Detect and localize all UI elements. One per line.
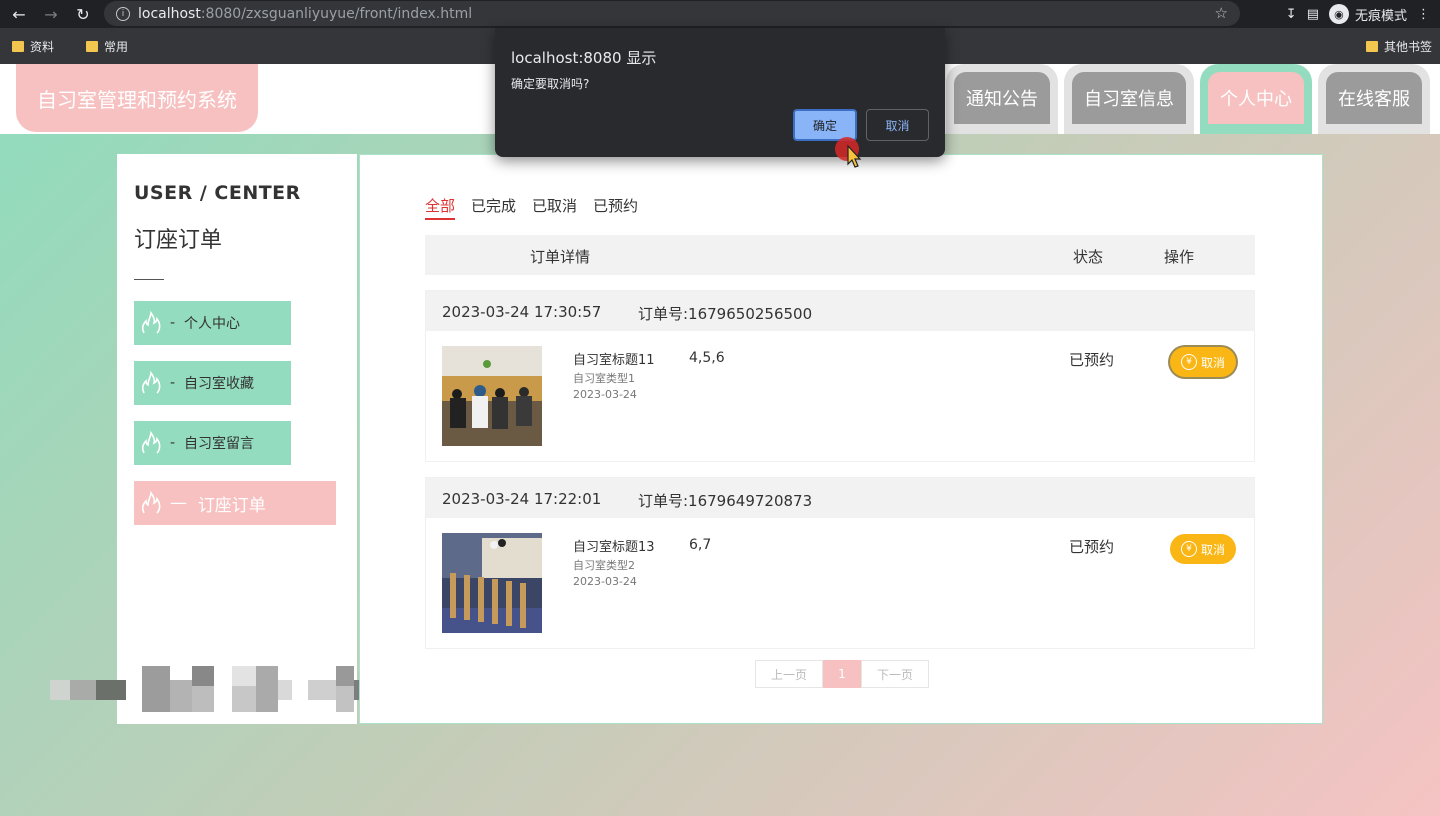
order-status: 已预约: [1069, 351, 1115, 369]
flame-icon: [141, 311, 161, 334]
order-body: 自习室标题11 自习室类型1 2023-03-24 4,5,6 已预约 ¥ 取消: [426, 331, 1254, 461]
room-type: 自习室类型2: [573, 559, 635, 572]
user-sidebar: USER / CENTER 订座订单 - 个人中心 - 自习室收藏 - 自习室留…: [117, 154, 357, 724]
reload-icon[interactable]: ↻: [70, 1, 96, 27]
sidebar-item-messages[interactable]: - 自习室留言: [134, 421, 291, 465]
order-body: 自习室标题13 自习室类型2 2023-03-24 6,7 已预约 ¥ 取消: [426, 518, 1254, 648]
sidebar-title: USER / CENTER: [134, 182, 301, 204]
prev-page-button[interactable]: 上一页: [755, 660, 823, 688]
info-icon[interactable]: i: [116, 6, 130, 21]
yen-icon: ¥: [1180, 354, 1197, 370]
filter-booked[interactable]: 已预约: [593, 195, 638, 220]
bookmark-folder[interactable]: 资料: [12, 38, 54, 55]
other-bookmarks[interactable]: 其他书签: [1365, 38, 1432, 55]
star-icon[interactable]: ☆: [1215, 4, 1228, 22]
nav-tab-support[interactable]: 在线客服: [1318, 64, 1430, 134]
cancel-order-button[interactable]: ¥ 取消: [1170, 347, 1236, 377]
confirm-dialog: localhost:8080 显示 确定要取消吗? 确定 取消: [495, 28, 945, 157]
filter-cancelled[interactable]: 已取消: [532, 195, 577, 220]
yen-icon: ¥: [1180, 541, 1197, 557]
next-page-button[interactable]: 下一页: [861, 660, 929, 688]
order-time: 2023-03-24 17:22:01: [442, 490, 602, 508]
order-card: 2023-03-24 17:30:57 订单号:1679650256500 自习…: [425, 290, 1255, 462]
forward-icon[interactable]: →: [38, 1, 64, 27]
order-number: 订单号:1679649720873: [638, 492, 813, 510]
order-header: 2023-03-24 17:22:01 订单号:1679649720873: [426, 478, 1254, 518]
table-header: 订单详情 状态 操作: [425, 235, 1255, 275]
download-icon[interactable]: ↧: [1286, 7, 1297, 22]
room-title[interactable]: 自习室标题13: [573, 536, 655, 555]
flame-icon: [141, 371, 161, 394]
folder-icon: [12, 40, 24, 52]
order-time: 2023-03-24 17:30:57: [442, 303, 602, 321]
divider: [134, 279, 164, 280]
sidebar-subtitle: 订座订单: [134, 228, 223, 253]
back-icon[interactable]: ←: [6, 1, 32, 27]
room-title[interactable]: 自习室标题11: [573, 349, 655, 368]
sidebar-item-user-center[interactable]: - 个人中心: [134, 301, 291, 345]
pixelated-overlay: [50, 666, 386, 712]
incognito-indicator[interactable]: ◉ 无痕模式: [1328, 4, 1407, 24]
nav-tab-notice[interactable]: 通知公告: [946, 64, 1058, 134]
dialog-title: localhost:8080 显示: [511, 49, 657, 67]
folder-icon: [86, 40, 99, 52]
flame-icon: [141, 491, 161, 514]
bookmark-folder[interactable]: 常用: [86, 38, 128, 55]
menu-icon[interactable]: ⋮: [1417, 7, 1430, 22]
orders-panel: 全部 已完成 已取消 已预约 订单详情 状态 操作 2023-03-24 17:…: [359, 154, 1323, 724]
seat-numbers: 4,5,6: [689, 350, 725, 366]
page-body: 自习室管理和预约系统 通知公告 自习室信息 个人中心 在线客服 USER / C…: [0, 64, 1440, 816]
sidebar-item-orders[interactable]: — 订座订单: [134, 481, 336, 525]
page-number-button[interactable]: 1: [823, 660, 861, 688]
nav-tab-user-center[interactable]: 个人中心: [1200, 64, 1312, 134]
order-number: 订单号:1679650256500: [638, 305, 813, 323]
browser-toolbar: ← → ↻ i localhost:8080/zxsguanliyuyue/fr…: [0, 0, 1440, 28]
site-logo[interactable]: 自习室管理和预约系统: [16, 64, 258, 132]
header-action: 操作: [1164, 248, 1195, 266]
cancel-order-button[interactable]: ¥ 取消: [1170, 534, 1236, 564]
mouse-cursor-icon: [835, 137, 862, 168]
nav-tab-rooms[interactable]: 自习室信息: [1064, 64, 1194, 134]
filter-all[interactable]: 全部: [425, 195, 456, 220]
url-host: localhost: [138, 5, 201, 22]
order-header: 2023-03-24 17:30:57 订单号:1679650256500: [426, 291, 1254, 331]
header-status: 状态: [1073, 248, 1104, 266]
incognito-icon: ◉: [1328, 4, 1349, 24]
room-type: 自习室类型1: [573, 372, 635, 385]
dialog-message: 确定要取消吗?: [511, 77, 590, 91]
order-filter-tabs: 全部 已完成 已取消 已预约: [425, 195, 638, 220]
folder-icon: [1365, 41, 1378, 52]
sidepanel-icon[interactable]: ▤: [1307, 7, 1319, 22]
room-thumbnail[interactable]: [442, 533, 542, 633]
order-card: 2023-03-24 17:22:01 订单号:1679649720873 自习…: [425, 477, 1255, 649]
pagination: 上一页 1 下一页: [755, 660, 929, 688]
header-detail: 订单详情: [530, 248, 591, 266]
room-thumbnail[interactable]: [442, 346, 542, 446]
filter-completed[interactable]: 已完成: [471, 195, 516, 220]
booking-date: 2023-03-24: [573, 388, 637, 401]
flame-icon: [141, 431, 161, 454]
address-bar[interactable]: i localhost:8080/zxsguanliyuyue/front/in…: [104, 1, 1240, 26]
top-nav: 通知公告 自习室信息 个人中心 在线客服: [946, 64, 1430, 134]
dialog-cancel-button[interactable]: 取消: [866, 109, 929, 141]
booking-date: 2023-03-24: [573, 575, 637, 588]
incognito-label: 无痕模式: [1354, 8, 1407, 24]
seat-numbers: 6,7: [689, 537, 712, 553]
url-path: :8080/zxsguanliyuyue/front/index.html: [200, 5, 473, 22]
order-status: 已预约: [1069, 538, 1115, 556]
sidebar-item-favorites[interactable]: - 自习室收藏: [134, 361, 291, 405]
